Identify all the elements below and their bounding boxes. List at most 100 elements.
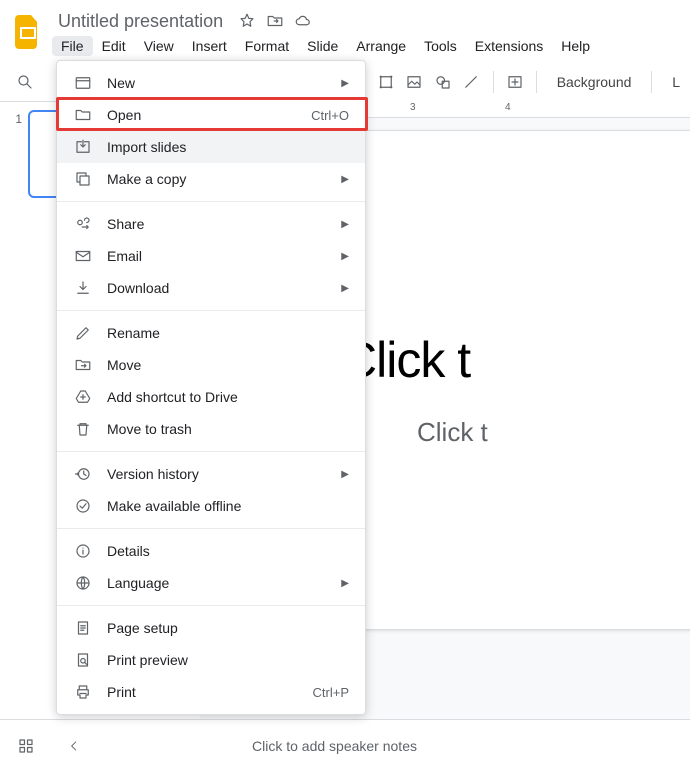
submenu-arrow-icon: ▶	[341, 469, 349, 480]
info-icon	[73, 541, 93, 561]
menu-item-make-available-offline[interactable]: Make available offline	[57, 490, 365, 522]
submenu-arrow-icon: ▶	[341, 283, 349, 294]
menu-help[interactable]: Help	[552, 36, 599, 56]
window-icon	[73, 73, 93, 93]
footer: Click to add speaker notes	[0, 719, 690, 771]
menu-shortcut: Ctrl+O	[311, 108, 349, 123]
menu-item-print-preview[interactable]: Print preview	[57, 644, 365, 676]
toolbar-separator	[493, 71, 494, 93]
menu-shortcut: Ctrl+P	[313, 685, 349, 700]
move-icon	[73, 355, 93, 375]
pencil-icon	[73, 323, 93, 343]
background-button[interactable]: Background	[547, 74, 642, 90]
image-icon[interactable]	[403, 68, 426, 96]
mail-icon	[73, 246, 93, 266]
menu-separator	[57, 605, 365, 606]
menu-slide[interactable]: Slide	[298, 36, 347, 56]
comment-icon[interactable]	[503, 68, 526, 96]
menu-item-label: Language	[107, 575, 341, 591]
menu-format[interactable]: Format	[236, 36, 298, 56]
menu-item-label: Print preview	[107, 652, 349, 668]
menu-item-label: Open	[107, 107, 311, 123]
submenu-arrow-icon: ▶	[341, 578, 349, 589]
trash-icon	[73, 419, 93, 439]
copy-icon	[73, 169, 93, 189]
submenu-arrow-icon: ▶	[341, 251, 349, 262]
print-icon	[73, 682, 93, 702]
star-icon[interactable]	[237, 11, 257, 31]
menu-item-label: Make available offline	[107, 498, 349, 514]
menu-item-rename[interactable]: Rename	[57, 317, 365, 349]
globe-icon	[73, 573, 93, 593]
menu-item-import-slides[interactable]: Import slides	[57, 131, 365, 163]
menu-item-language[interactable]: Language▶	[57, 567, 365, 599]
menu-item-details[interactable]: Details	[57, 535, 365, 567]
menu-item-open[interactable]: OpenCtrl+O	[57, 99, 365, 131]
drive-add-icon	[73, 387, 93, 407]
menu-item-label: Print	[107, 684, 313, 700]
slide-subtitle-placeholder[interactable]: Click t	[417, 417, 690, 448]
move-to-folder-icon[interactable]	[265, 11, 285, 31]
menu-item-label: Version history	[107, 466, 341, 482]
menu-item-label: Import slides	[107, 139, 349, 155]
menu-item-label: Share	[107, 216, 341, 232]
shape-icon[interactable]	[432, 68, 455, 96]
menu-item-share[interactable]: Share▶	[57, 208, 365, 240]
menu-item-label: Add shortcut to Drive	[107, 389, 349, 405]
download-icon	[73, 278, 93, 298]
chevron-left-icon[interactable]	[64, 736, 84, 756]
menu-item-page-setup[interactable]: Page setup	[57, 612, 365, 644]
menu-item-move-to-trash[interactable]: Move to trash	[57, 413, 365, 445]
slides-logo[interactable]	[10, 8, 46, 56]
menu-item-print[interactable]: PrintCtrl+P	[57, 676, 365, 708]
menu-item-label: Download	[107, 280, 341, 296]
menu-separator	[57, 528, 365, 529]
speaker-notes-placeholder[interactable]: Click to add speaker notes	[252, 738, 417, 754]
menu-item-make-a-copy[interactable]: Make a copy▶	[57, 163, 365, 195]
history-icon	[73, 464, 93, 484]
toolbar-separator	[536, 71, 537, 93]
menu-file[interactable]: File	[52, 36, 93, 56]
ruler-mark: 3	[410, 102, 416, 113]
menu-edit[interactable]: Edit	[93, 36, 135, 56]
submenu-arrow-icon: ▶	[341, 78, 349, 89]
document-title[interactable]: Untitled presentation	[52, 9, 229, 34]
menu-extensions[interactable]: Extensions	[466, 36, 552, 56]
toolbar-separator	[651, 71, 652, 93]
submenu-arrow-icon: ▶	[341, 219, 349, 230]
menu-item-move[interactable]: Move	[57, 349, 365, 381]
menu-item-label: Move	[107, 357, 349, 373]
slide-number: 1	[8, 110, 22, 198]
grid-view-icon[interactable]	[16, 736, 36, 756]
menu-arrange[interactable]: Arrange	[347, 36, 415, 56]
menu-item-label: Rename	[107, 325, 349, 341]
ruler-mark: 4	[505, 102, 511, 113]
menu-item-email[interactable]: Email▶	[57, 240, 365, 272]
layout-button-partial[interactable]: L	[662, 74, 690, 90]
cloud-status-icon[interactable]	[293, 11, 313, 31]
share-icon	[73, 214, 93, 234]
page-icon	[73, 618, 93, 638]
file-menu-dropdown: New▶OpenCtrl+OImport slidesMake a copy▶S…	[56, 60, 366, 715]
folder-icon	[73, 105, 93, 125]
line-icon[interactable]	[460, 68, 483, 96]
menu-item-label: Page setup	[107, 620, 349, 636]
titlebar: Untitled presentation FileEditViewInsert…	[0, 0, 690, 58]
search-icon[interactable]	[14, 68, 37, 96]
menu-item-label: Make a copy	[107, 171, 341, 187]
menu-item-new[interactable]: New▶	[57, 67, 365, 99]
menu-insert[interactable]: Insert	[183, 36, 236, 56]
menu-item-label: Move to trash	[107, 421, 349, 437]
menu-item-label: New	[107, 75, 341, 91]
menu-item-add-shortcut-to-drive[interactable]: Add shortcut to Drive	[57, 381, 365, 413]
menu-tools[interactable]: Tools	[415, 36, 466, 56]
menu-item-label: Email	[107, 248, 341, 264]
menu-separator	[57, 451, 365, 452]
slide-title-placeholder[interactable]: Click t	[341, 331, 690, 389]
select-tool-icon[interactable]	[375, 68, 398, 96]
menu-view[interactable]: View	[135, 36, 183, 56]
import-icon	[73, 137, 93, 157]
menu-item-download[interactable]: Download▶	[57, 272, 365, 304]
menubar: FileEditViewInsertFormatSlideArrangeTool…	[52, 34, 599, 58]
menu-item-version-history[interactable]: Version history▶	[57, 458, 365, 490]
